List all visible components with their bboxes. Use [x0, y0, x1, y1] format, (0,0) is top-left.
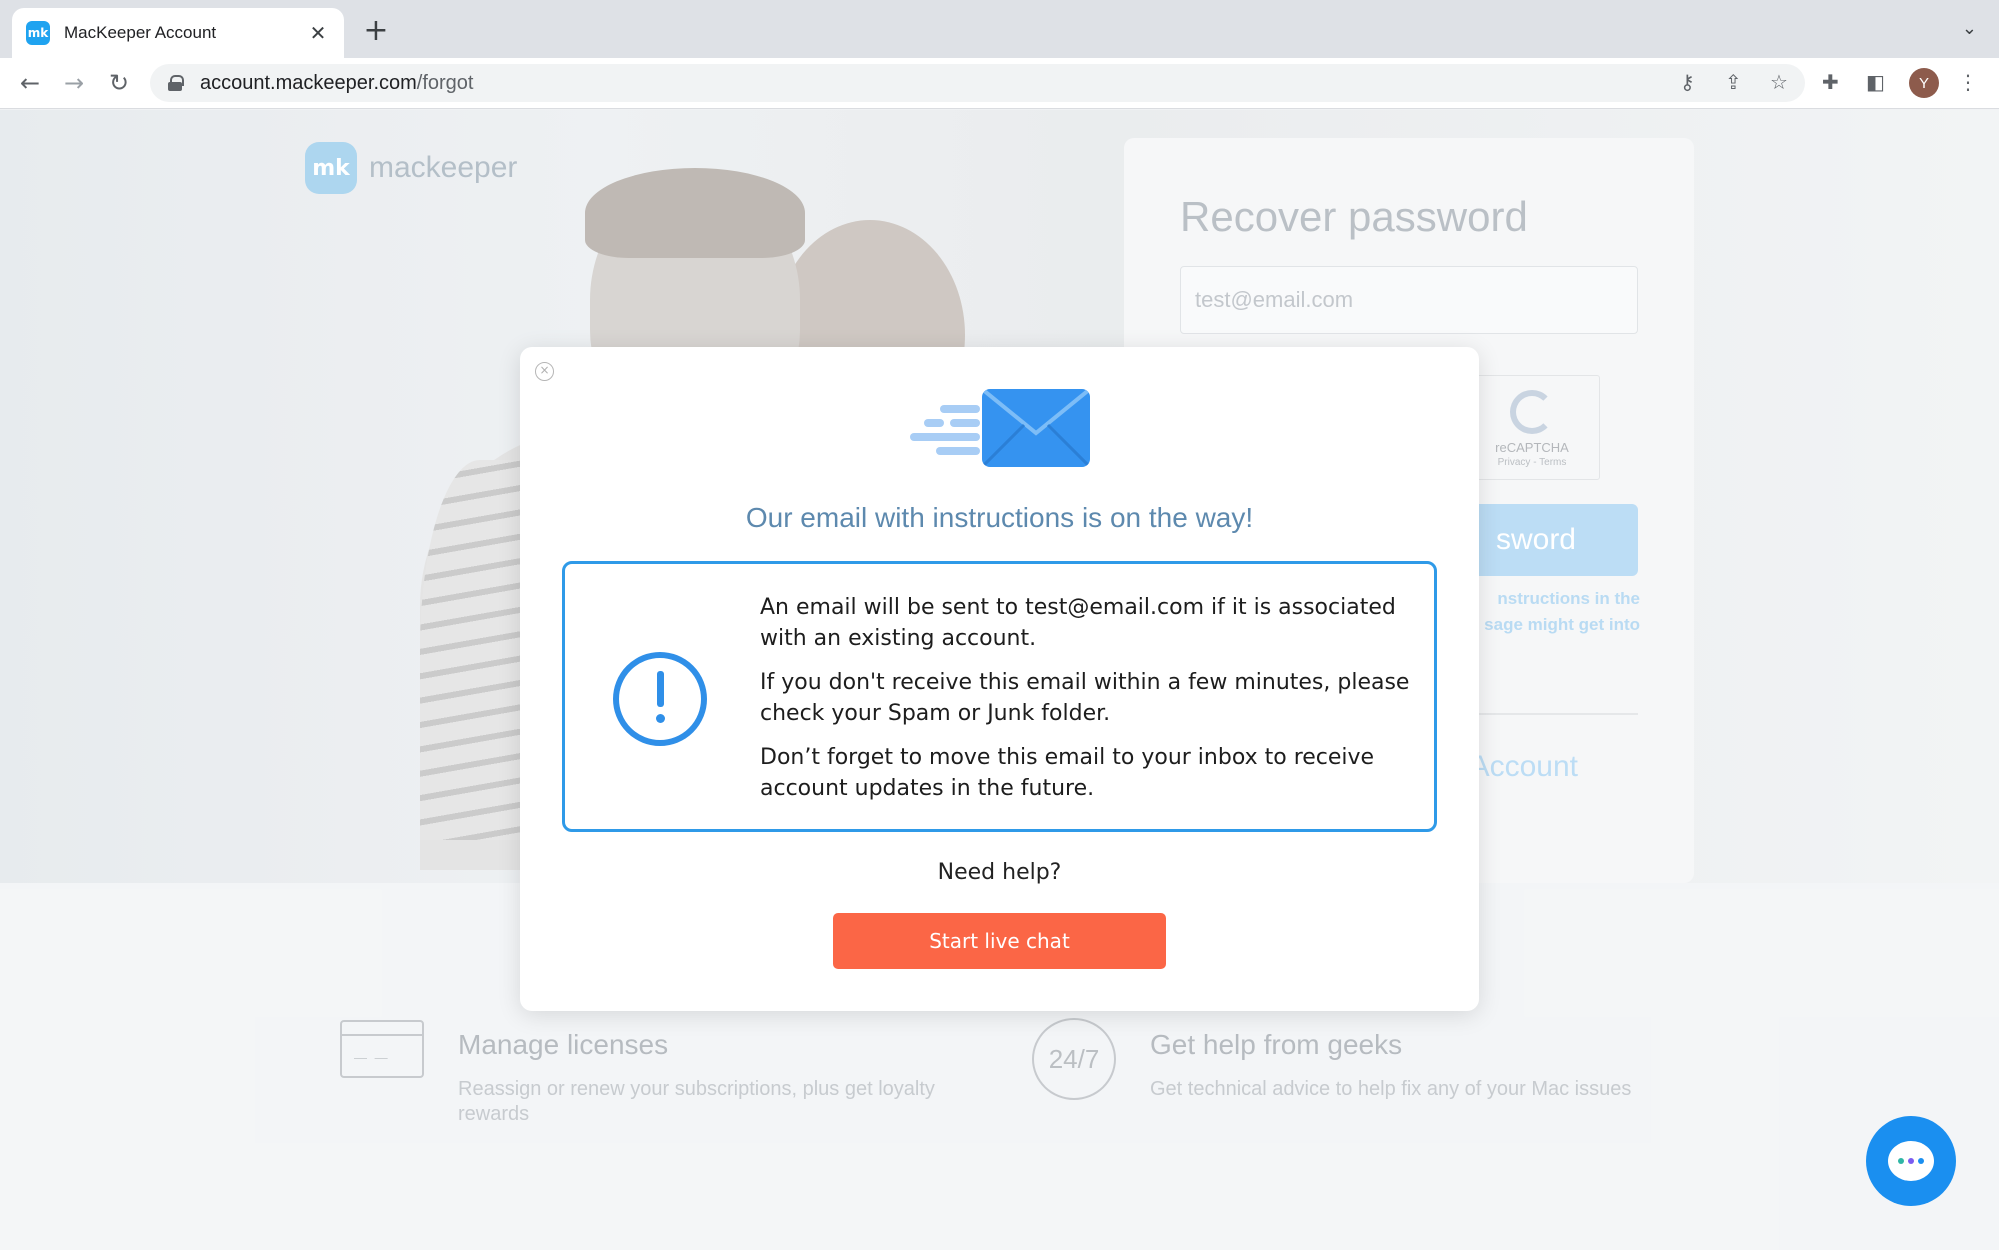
more-menu-icon[interactable]: ⋮ — [1958, 70, 1978, 94]
reload-icon[interactable]: ↻ — [103, 67, 135, 99]
address-bar[interactable]: account.mackeeper.com/forgot ⚷ ⇪ ☆ — [150, 64, 1805, 102]
info-text: An email will be sent to test@email.com … — [760, 592, 1410, 817]
envelope-icon — [910, 389, 1090, 469]
close-icon[interactable]: × — [535, 362, 554, 381]
browser-tabbar: mk MacKeeper Account ✕ + ⌄ — [0, 0, 1999, 58]
forward-arrow-icon[interactable]: → — [58, 67, 90, 99]
extensions-puzzle-icon[interactable]: ✚ — [1822, 70, 1839, 94]
tab-title: MacKeeper Account — [64, 23, 217, 42]
url-host: account.mackeeper.com — [200, 71, 417, 94]
lock-icon[interactable] — [168, 75, 184, 91]
exclamation-circle-icon — [613, 652, 707, 746]
url-path: /forgot — [416, 71, 474, 94]
dialog-heading: Our email with instructions is on the wa… — [745, 502, 1254, 533]
info-box: An email will be sent to test@email.com … — [562, 561, 1437, 832]
password-key-icon[interactable]: ⚷ — [1680, 70, 1695, 94]
bookmark-star-icon[interactable]: ☆ — [1770, 70, 1788, 94]
mackeeper-favicon-icon: mk — [26, 21, 50, 45]
back-arrow-icon[interactable]: ← — [14, 67, 46, 99]
email-sent-dialog: × Our email with instructions is on the … — [520, 347, 1479, 1011]
share-icon[interactable]: ⇪ — [1725, 70, 1742, 94]
browser-toolbar: ← → ↻ account.mackeeper.com/forgot ⚷ ⇪ ☆… — [0, 58, 1999, 109]
close-tab-icon[interactable]: ✕ — [306, 21, 330, 46]
start-live-chat-button[interactable]: Start live chat — [833, 913, 1166, 969]
tab-search-chevron-icon[interactable]: ⌄ — [1962, 18, 1977, 39]
info-paragraph: An email will be sent to test@email.com … — [760, 595, 1396, 651]
info-paragraph: Don’t forget to move this email to your … — [760, 745, 1375, 801]
chat-widget-button[interactable] — [1866, 1116, 1956, 1206]
profile-avatar[interactable]: Y — [1909, 68, 1939, 98]
info-paragraph: If you don't receive this email within a… — [760, 670, 1410, 726]
new-tab-button[interactable]: + — [360, 13, 392, 48]
need-help-label: Need help? — [937, 860, 1062, 885]
browser-tab[interactable]: mk MacKeeper Account ✕ — [12, 8, 344, 58]
side-panel-icon[interactable]: ◧ — [1866, 70, 1885, 94]
chat-bubble-icon — [1888, 1141, 1934, 1181]
